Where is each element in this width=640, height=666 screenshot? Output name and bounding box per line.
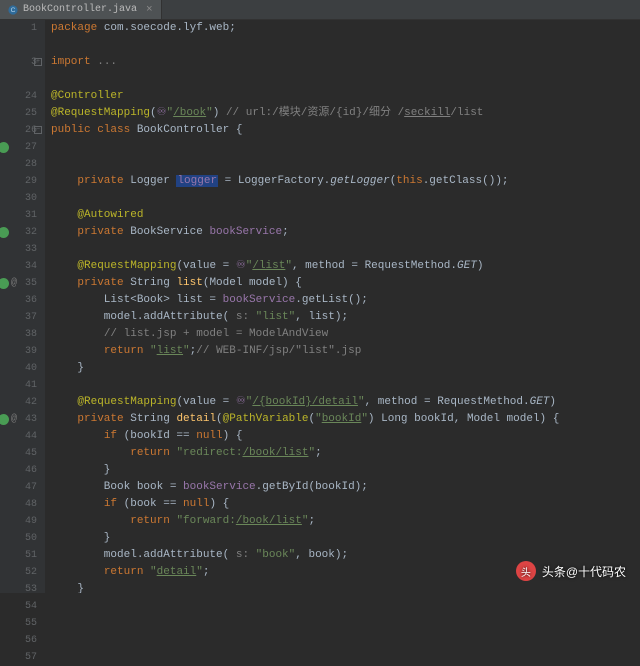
- line-number: 54: [0, 598, 37, 615]
- line-number: [0, 71, 37, 88]
- fold-collapse-icon[interactable]: −: [34, 126, 42, 134]
- code-line[interactable]: private Logger logger = LoggerFactory.ge…: [51, 173, 640, 190]
- code-editor[interactable]: 13+242526−272829303132333435@36373839404…: [0, 20, 640, 593]
- line-number: 43@: [0, 411, 37, 428]
- gutter-marker-icon[interactable]: [0, 142, 9, 153]
- line-number: 51: [0, 547, 37, 564]
- code-line[interactable]: return "forward:/book/list";: [51, 513, 640, 530]
- code-line[interactable]: model.addAttribute( s: "list", list);: [51, 309, 640, 326]
- code-line[interactable]: }: [51, 360, 640, 377]
- line-number-gutter: 13+242526−272829303132333435@36373839404…: [0, 20, 45, 593]
- code-line[interactable]: private BookService bookService;: [51, 224, 640, 241]
- line-number: 33: [0, 241, 37, 258]
- gutter-marker-icon[interactable]: [0, 227, 9, 238]
- gutter-annotation: @: [11, 411, 17, 428]
- code-line[interactable]: return "list";// WEB-INF/jsp/"list".jsp: [51, 343, 640, 360]
- code-line[interactable]: [51, 37, 640, 54]
- code-line[interactable]: List<Book> list = bookService.getList();: [51, 292, 640, 309]
- line-number: 30: [0, 190, 37, 207]
- gutter-marker-icon[interactable]: [0, 414, 9, 425]
- line-number: 38: [0, 326, 37, 343]
- code-line[interactable]: [51, 156, 640, 173]
- gutter-annotation: @: [11, 275, 17, 292]
- code-line[interactable]: if (book == null) {: [51, 496, 640, 513]
- code-line[interactable]: private String list(Model model) {: [51, 275, 640, 292]
- code-line[interactable]: // list.jsp + model = ModelAndView: [51, 326, 640, 343]
- code-line[interactable]: private String detail(@PathVariable("boo…: [51, 411, 640, 428]
- code-line[interactable]: }: [51, 530, 640, 547]
- line-number: 27: [0, 139, 37, 156]
- line-number: 57: [0, 649, 37, 666]
- line-number: 3+: [0, 54, 37, 71]
- avatar-icon: 头: [516, 561, 536, 581]
- line-number: 50: [0, 530, 37, 547]
- code-line[interactable]: [51, 190, 640, 207]
- line-number: 25: [0, 105, 37, 122]
- line-number: [0, 37, 37, 54]
- code-line[interactable]: Book book = bookService.getById(bookId);: [51, 479, 640, 496]
- editor-tab[interactable]: C BookController.java ×: [0, 0, 162, 19]
- line-number: 44: [0, 428, 37, 445]
- class-icon: C: [8, 5, 18, 15]
- code-line[interactable]: import ...: [51, 54, 640, 71]
- close-icon[interactable]: ×: [146, 4, 153, 16]
- line-number: 41: [0, 377, 37, 394]
- line-number: 49: [0, 513, 37, 530]
- line-number: 37: [0, 309, 37, 326]
- line-number: 45: [0, 445, 37, 462]
- line-number: 29: [0, 173, 37, 190]
- watermark-text: 头条@十代码农: [542, 563, 626, 580]
- code-line[interactable]: package com.soecode.lyf.web;: [51, 20, 640, 37]
- code-line[interactable]: @Controller: [51, 88, 640, 105]
- code-line[interactable]: [51, 71, 640, 88]
- fold-expand-icon[interactable]: +: [34, 58, 42, 66]
- line-number: 53: [0, 581, 37, 598]
- line-number: 55: [0, 615, 37, 632]
- line-number: 39: [0, 343, 37, 360]
- line-number: 1: [0, 20, 37, 37]
- code-line[interactable]: @RequestMapping(value = ♾"/list", method…: [51, 258, 640, 275]
- code-line[interactable]: @RequestMapping(♾"/book") // url:/模块/资源/…: [51, 105, 640, 122]
- code-line[interactable]: public class BookController {: [51, 122, 640, 139]
- tab-label: BookController.java: [23, 4, 137, 15]
- svg-text:C: C: [11, 7, 16, 14]
- line-number: 28: [0, 156, 37, 173]
- tab-bar: C BookController.java ×: [0, 0, 640, 20]
- code-line[interactable]: if (bookId == null) {: [51, 428, 640, 445]
- code-line[interactable]: return "redirect:/book/list";: [51, 445, 640, 462]
- watermark: 头 头条@十代码农: [516, 561, 626, 581]
- line-number: 32: [0, 224, 37, 241]
- code-line[interactable]: @Autowired: [51, 207, 640, 224]
- code-line[interactable]: }: [51, 462, 640, 479]
- line-number: 40: [0, 360, 37, 377]
- code-line[interactable]: }: [51, 581, 640, 593]
- line-number: 48: [0, 496, 37, 513]
- code-area[interactable]: package com.soecode.lyf.web; import ... @C…: [45, 20, 640, 593]
- code-line[interactable]: [51, 377, 640, 394]
- gutter-marker-icon[interactable]: [0, 278, 9, 289]
- code-line[interactable]: @RequestMapping(value = ♾"/{bookId}/deta…: [51, 394, 640, 411]
- line-number: 36: [0, 292, 37, 309]
- line-number: 26−: [0, 122, 37, 139]
- line-number: 56: [0, 632, 37, 649]
- line-number: 34: [0, 258, 37, 275]
- line-number: 46: [0, 462, 37, 479]
- line-number: 47: [0, 479, 37, 496]
- line-number: 24: [0, 88, 37, 105]
- line-number: 52: [0, 564, 37, 581]
- code-line[interactable]: [51, 139, 640, 156]
- line-number: 35@: [0, 275, 37, 292]
- line-number: 31: [0, 207, 37, 224]
- code-line[interactable]: [51, 241, 640, 258]
- line-number: 42: [0, 394, 37, 411]
